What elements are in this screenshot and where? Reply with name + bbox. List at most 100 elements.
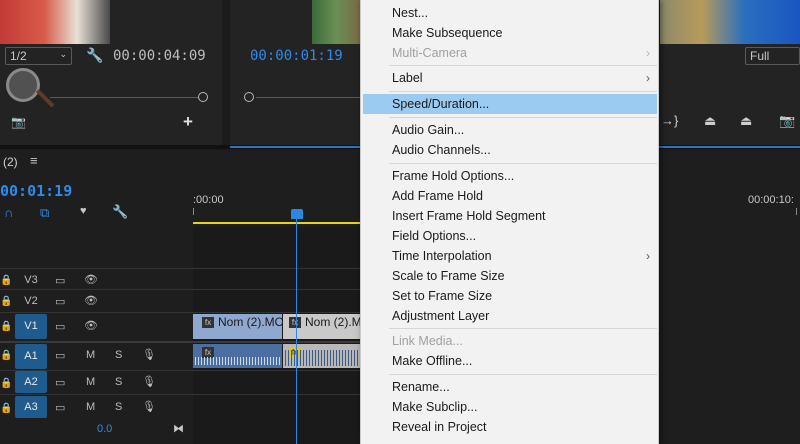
menu-item-adjustment-layer[interactable]: Adjustment Layer (361, 306, 658, 326)
menu-item-label[interactable]: Label › (361, 68, 658, 88)
menu-item-speed-duration[interactable]: Speed/Duration... (363, 94, 657, 114)
ruler-end-label: 00:00:10: (748, 194, 794, 206)
solo-button[interactable]: S (115, 349, 122, 361)
track-label-a3[interactable]: A3 (15, 396, 47, 418)
eye-icon[interactable]: 👁 (84, 319, 98, 332)
track-divider (0, 312, 360, 313)
menu-separator (389, 91, 657, 92)
eye-icon[interactable]: 👁 (84, 273, 98, 286)
timeline-playhead-timecode[interactable]: 00:01:19 (0, 182, 72, 200)
menu-item-add-frame-hold[interactable]: Add Frame Hold (361, 186, 658, 206)
lock-icon[interactable]: 🔒 (0, 275, 12, 286)
playhead-marker[interactable] (291, 209, 303, 219)
menu-item-frame-hold-options[interactable]: Frame Hold Options... (361, 166, 658, 186)
ruler-tick-start (193, 208, 194, 215)
sync-lock-icon[interactable]: ▭ (55, 274, 65, 287)
clip-name: Nom (2).MO (218, 315, 282, 329)
sync-lock-icon[interactable]: ▭ (55, 376, 65, 389)
a1-clip[interactable]: fx (193, 344, 282, 368)
export-frame-icon[interactable]: 📷 (779, 113, 795, 129)
program-timecode[interactable]: 00:00:01:19 (250, 48, 343, 64)
extract-icon[interactable]: ⏏ (740, 113, 752, 129)
fx-badge: fx (289, 317, 301, 329)
lock-icon[interactable]: 🔒 (0, 403, 12, 414)
menu-separator (389, 65, 657, 66)
eye-icon[interactable]: 👁 (84, 294, 98, 307)
sync-lock-icon[interactable]: ▭ (55, 295, 65, 308)
program-video-frame-left (312, 0, 360, 44)
menu-separator (389, 328, 657, 329)
hamburger-icon[interactable]: ≡ (30, 153, 38, 168)
sync-lock-icon[interactable]: ▭ (55, 320, 65, 333)
clip-context-menu: Nest... Make Subsequence Multi-Camera › L… (360, 0, 659, 444)
source-monitor: 1/2 ⌄ 🔧 00:00:04:09 📷 + (0, 0, 222, 145)
sync-lock-icon[interactable]: ▭ (55, 401, 65, 414)
linked-selection-icon[interactable]: ⧉ (40, 205, 49, 221)
menu-item-insert-frame-hold-segment[interactable]: Insert Frame Hold Segment (361, 206, 658, 226)
lock-icon[interactable]: 🔒 (0, 378, 12, 389)
work-area-bar[interactable] (193, 222, 360, 224)
chevron-down-icon: ⌄ (59, 49, 67, 59)
program-in-handle[interactable] (244, 92, 254, 102)
go-to-out-point-icon[interactable]: →} (661, 113, 678, 128)
playhead-line[interactable] (296, 218, 297, 444)
menu-item-scale-to-frame-size[interactable]: Scale to Frame Size (361, 266, 658, 286)
track-label-a2[interactable]: A2 (15, 371, 47, 393)
menu-item-audio-channels[interactable]: Audio Channels... (361, 140, 658, 160)
clip-name: Nom (2).M (305, 315, 360, 329)
source-video-frame (0, 0, 110, 44)
v1-clip[interactable]: fx Nom (2).M (283, 314, 360, 339)
menu-item-multi-camera: Multi-Camera › (361, 43, 658, 63)
master-volume-value[interactable]: 0.0 (97, 423, 112, 435)
mute-button[interactable]: M (86, 401, 95, 413)
lock-icon[interactable]: 🔒 (0, 350, 12, 361)
solo-button[interactable]: S (115, 401, 122, 413)
zoom-select[interactable]: 1/2 ⌄ (5, 47, 72, 65)
track-divider (0, 289, 360, 290)
plus-icon[interactable]: + (183, 112, 193, 132)
microphone-icon[interactable]: 🎙 (142, 400, 156, 413)
menu-item-reveal-in-project[interactable]: Reveal in Project (361, 417, 658, 437)
audio-waveform (195, 357, 280, 365)
ruler-start-label: :00:00 (193, 194, 224, 206)
lock-icon[interactable]: 🔒 (0, 296, 12, 307)
menu-item-set-to-frame-size[interactable]: Set to Frame Size (361, 286, 658, 306)
microphone-icon[interactable]: 🎙 (142, 348, 156, 361)
lift-icon[interactable]: ⏏ (704, 113, 716, 129)
track-label-v1[interactable]: V1 (15, 314, 47, 339)
add-marker-icon[interactable]: ♥ (80, 205, 87, 217)
timeline-settings-wrench-icon[interactable]: 🔧 (112, 204, 128, 220)
program-scrub-bar[interactable] (256, 97, 360, 98)
v1-clip[interactable]: fx Nom (2).MO (193, 314, 282, 339)
track-label-v3[interactable]: V3 (15, 272, 47, 288)
wrench-icon[interactable]: 🔧 (86, 47, 103, 64)
menu-item-audio-gain[interactable]: Audio Gain... (361, 120, 658, 140)
quality-select[interactable]: Full (745, 47, 800, 65)
menu-item-rename[interactable]: Rename... (361, 377, 658, 397)
track-label-v2[interactable]: V2 (15, 293, 47, 309)
track-label-a1[interactable]: A1 (15, 344, 47, 369)
menu-item-make-offline[interactable]: Make Offline... (361, 351, 658, 371)
menu-item-time-interpolation[interactable]: Time Interpolation › (361, 246, 658, 266)
menu-item-make-subclip[interactable]: Make Subclip... (361, 397, 658, 417)
sequence-tab[interactable]: (2) (3, 155, 18, 169)
sync-lock-icon[interactable]: ▭ (55, 349, 65, 362)
source-scrub-bar[interactable] (50, 97, 198, 98)
menu-item-field-options[interactable]: Field Options... (361, 226, 658, 246)
microphone-icon[interactable]: 🎙 (142, 375, 156, 388)
snap-icon[interactable]: ∩ (4, 205, 13, 220)
video-audio-divider (0, 341, 360, 343)
zoom-magnifier-icon (6, 68, 55, 108)
menu-item-make-subsequence[interactable]: Make Subsequence (361, 23, 658, 43)
menu-item-nest[interactable]: Nest... (361, 3, 658, 23)
lock-icon[interactable]: 🔒 (0, 321, 12, 332)
mute-button[interactable]: M (86, 376, 95, 388)
source-timecode[interactable]: 00:00:04:09 (113, 48, 206, 64)
mute-button[interactable]: M (86, 349, 95, 361)
a1-clip[interactable]: fx (283, 344, 360, 368)
solo-button[interactable]: S (115, 376, 122, 388)
source-out-handle[interactable] (198, 92, 208, 102)
ruler-tick-end (796, 208, 797, 215)
mixer-toggle-icon[interactable]: ⧓ (173, 422, 184, 435)
camera-icon[interactable]: 📷 (11, 115, 26, 129)
